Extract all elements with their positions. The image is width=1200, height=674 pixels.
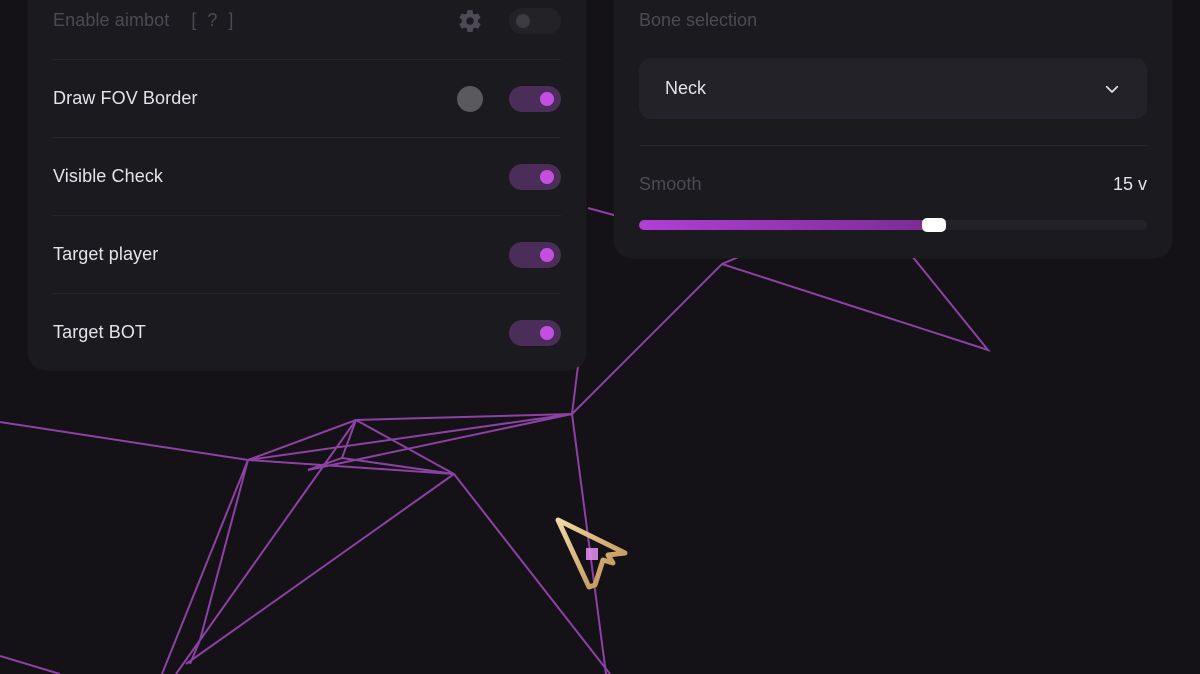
visible-check-toggle[interactable]	[509, 163, 561, 190]
target-player-row: Target player	[53, 216, 561, 293]
smooth-slider[interactable]	[639, 218, 1147, 232]
smooth-slider-thumb[interactable]	[921, 218, 946, 232]
smooth-row: Smooth 15 v	[639, 172, 1147, 196]
smooth-label: Smooth	[639, 173, 702, 194]
mouse-cursor-icon	[555, 517, 628, 590]
enable-aimbot-toggle[interactable]	[509, 7, 561, 34]
app-window: Enable aimbot [ ? ] Draw FOV Border Visi…	[0, 0, 1200, 674]
enable-aimbot-row: Enable aimbot [ ? ]	[53, 0, 561, 59]
draw-fov-border-row: Draw FOV Border	[53, 60, 561, 137]
bone-selection-title: Bone selection	[639, 10, 758, 30]
target-bot-row: Target BOT	[53, 294, 561, 371]
divider	[639, 145, 1147, 146]
bone-select[interactable]: Neck	[639, 58, 1147, 119]
target-bot-label: Target BOT	[53, 322, 147, 342]
draw-fov-border-label: Draw FOV Border	[53, 88, 198, 108]
bone-select-value: Neck	[665, 78, 707, 98]
target-player-toggle[interactable]	[509, 241, 561, 268]
smooth-value: 15 v	[1112, 173, 1147, 194]
help-hint[interactable]: [ ? ]	[191, 10, 236, 31]
smooth-slider-fill	[639, 220, 934, 230]
bone-panel: Bone selection Neck Smooth 15 v	[614, 0, 1172, 258]
visible-check-row: Visible Check	[53, 138, 561, 215]
gear-icon[interactable]	[457, 8, 483, 34]
enable-aimbot-label: Enable aimbot	[53, 10, 170, 30]
draw-fov-border-toggle[interactable]	[509, 85, 561, 112]
chevron-down-icon	[1105, 85, 1119, 93]
fov-color-swatch[interactable]	[457, 85, 483, 112]
visible-check-label: Visible Check	[53, 166, 164, 186]
target-player-label: Target player	[53, 244, 159, 264]
aimbot-panel: Enable aimbot [ ? ] Draw FOV Border Visi…	[28, 0, 586, 370]
target-bot-toggle[interactable]	[509, 319, 561, 346]
